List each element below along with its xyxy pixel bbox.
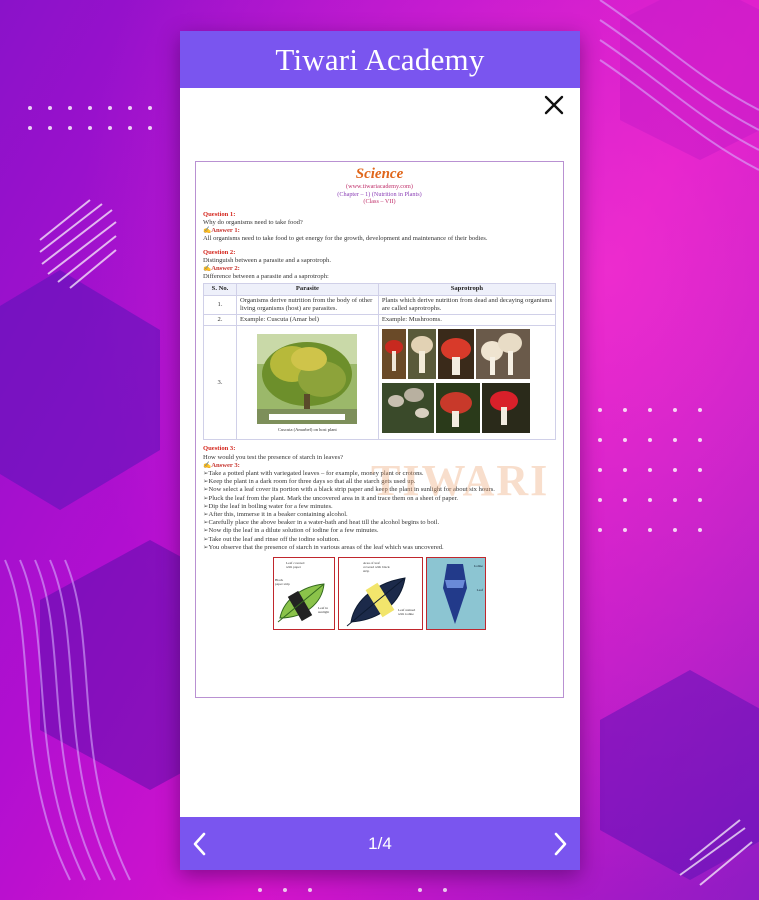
answer-1-label: ✍Answer 1: (203, 227, 556, 235)
pencil-icon: ✍ (203, 227, 212, 235)
table-cell: 2. (203, 314, 237, 327)
pencil-icon: ✍ (203, 265, 212, 272)
chevron-left-icon (193, 832, 206, 855)
table-row: 3. Cuscuta (Amarbel) on host plant (203, 325, 557, 441)
cuscuta-caption: Cuscuta (Amarbel) on host plant (278, 426, 337, 432)
question-2-label: Question 2: (203, 248, 236, 256)
table-row: 2. Example: Cuscuta (Amar bel) Example: … (203, 314, 557, 327)
diagram-1-label-3: Leaf in sunlight (318, 606, 330, 615)
diagram-3-label-1: Iodine (474, 564, 483, 569)
app-header: Tiwari Academy (180, 31, 580, 88)
table-cell (377, 325, 557, 441)
table-cell: 3. (203, 325, 237, 441)
table-header: Parasite (236, 283, 379, 296)
doc-site: (www.tiwariacademy.com) (346, 183, 413, 190)
next-page-button[interactable] (540, 824, 580, 864)
cuscuta-photo (257, 333, 358, 424)
question-1-text: Why do organisms need to take food? (203, 218, 303, 226)
diagram-2-label-1: Area of leaf covered with black strip (363, 561, 390, 574)
leaf-diagram-3 (427, 558, 485, 630)
question-3-label: Question 3: (203, 445, 236, 453)
mushrooms-photo (381, 329, 530, 434)
table-cell: Organisms derive nutrition from the body… (236, 294, 379, 316)
answer-1-text: All organisms need to take food to get e… (203, 235, 488, 243)
list-item: Take out the leaf and rinse off the iodi… (203, 536, 556, 544)
pagination-bar: 1/4 (180, 817, 580, 870)
comparison-table: S. No. Parasite Saprotroph 1. Organisms … (203, 283, 557, 441)
diagram-3-label-2: Leaf (476, 588, 483, 593)
close-icon (544, 95, 564, 115)
question-1-label: Question 1: (203, 210, 236, 218)
table-cell: Cuscuta (Amarbel) on host plant (236, 325, 379, 441)
prev-page-button[interactable] (180, 824, 220, 864)
diagram-2-label-2: Leaf stained with iodine (398, 608, 416, 617)
table-cell: 1. (203, 294, 237, 316)
diagram-3: Iodine Leaf (426, 557, 486, 631)
answer-1-label-text: Answer 1: (211, 227, 240, 235)
answer-2-label-text: Answer 2: (211, 265, 240, 272)
table-header: Saprotroph (377, 283, 557, 296)
doc-title: Science (355, 166, 404, 182)
diagram-1-label-2: Black paper strip (275, 578, 290, 587)
table-header-row: S. No. Parasite Saprotroph (203, 283, 557, 296)
list-item: Carefully place the above beaker in a wa… (203, 519, 556, 527)
page-indicator: 1/4 (368, 833, 392, 853)
starch-diagrams: Leaf covered with paper Black paper stri… (203, 557, 556, 631)
diagram-1: Leaf covered with paper Black paper stri… (273, 557, 335, 631)
answer-2-text: Difference between a parasite and a sapr… (203, 273, 329, 281)
doc-chapter: (Chapter – 1) (Nutrition in Plants) (337, 190, 422, 198)
table-header: S. No. (203, 283, 237, 296)
close-button[interactable] (542, 93, 566, 117)
chevron-right-icon (554, 832, 567, 855)
list-item: Now dip the leaf in a dilute solution of… (203, 527, 556, 535)
diagram-2: Area of leaf covered with black strip Le… (338, 557, 423, 631)
table-cell: Example: Cuscuta (Amar bel) (236, 314, 379, 327)
watermark: TIWARI (371, 456, 550, 505)
document-page[interactable]: Science (www.tiwariacademy.com) (Chapter… (195, 161, 564, 698)
app-title: Tiwari Academy (275, 41, 485, 77)
pencil-icon: ✍ (203, 461, 212, 469)
viewer-window: Tiwari Academy Science (www.tiwariacadem… (180, 31, 580, 870)
diagram-1-label-1: Leaf covered with paper (286, 561, 305, 570)
table-cell: Example: Mushrooms. (377, 314, 557, 327)
table-cell: Plants which derive nutrition from dead … (377, 294, 557, 316)
doc-class: (Class – VII) (363, 198, 396, 206)
table-row: 1. Organisms derive nutrition from the b… (203, 294, 557, 316)
answer-2-label: ✍Answer 2: (203, 265, 556, 273)
question-2-text: Distinguish between a parasite and a sap… (203, 256, 331, 264)
list-item: After this, immerse it in a beaker conta… (203, 511, 556, 519)
list-item: You observe that the presence of starch … (203, 544, 556, 552)
answer-3-label-text: Answer 3: (211, 461, 240, 469)
